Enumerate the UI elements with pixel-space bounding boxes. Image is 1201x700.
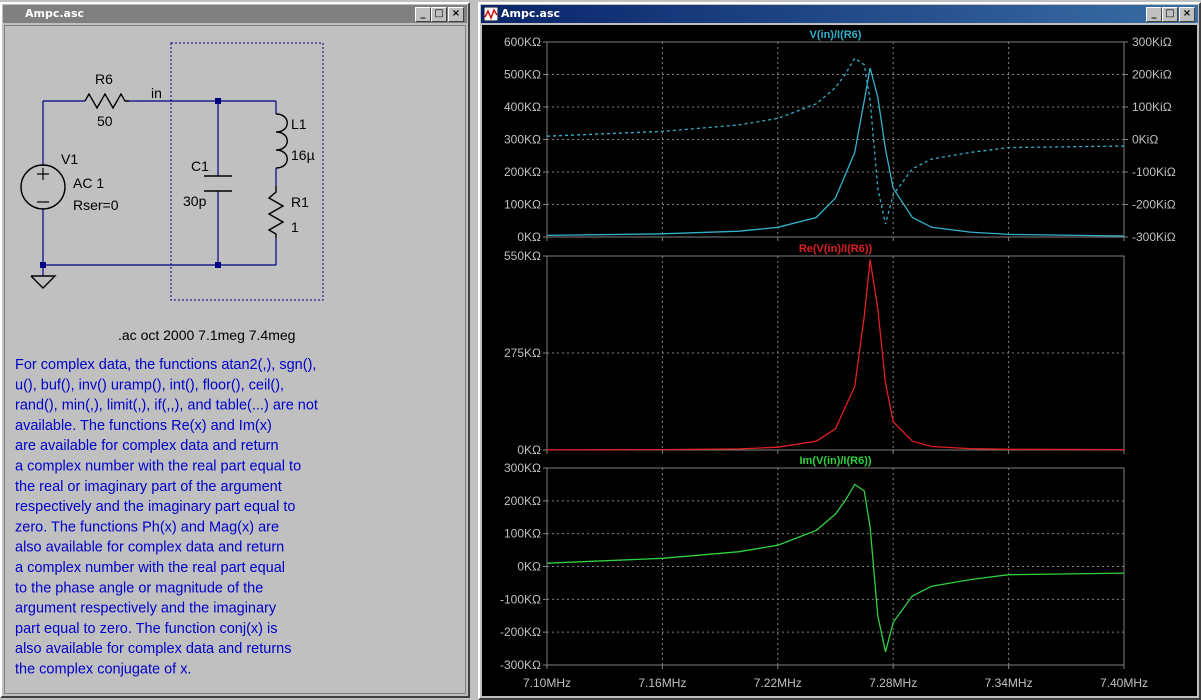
y-tick-label: 100KΩ (504, 527, 541, 541)
comment-line: are available for complex data and retur… (15, 438, 279, 454)
c1-capacitor-symbol[interactable] (204, 175, 232, 192)
minimize-button[interactable]: _ (1146, 7, 1162, 22)
waveform-plots[interactable]: 600KΩ 500KΩ 400KΩ 300KΩ 200KΩ 100KΩ 0KΩ 300KiΩ 2… (482, 25, 1197, 696)
close-button[interactable]: × (1179, 7, 1195, 22)
y-tick-label: 300KΩ (504, 133, 541, 147)
plot-pane[interactable]: 7.10MHz 7.16MHz 7.22MHz 7.28MHz 7.34MHz 7.40M… (500, 455, 1148, 690)
y-tick-label: 600KΩ (504, 35, 541, 49)
schematic-drawing: R6 50 in V1 AC 1 Rser=0 C1 30p L1 16µ R1… (15, 42, 324, 678)
y-tick-label: 0KΩ (517, 443, 541, 457)
comment-line: part equal to zero. The function conj(x)… (15, 621, 277, 637)
v1-value-label: AC 1 (73, 175, 104, 191)
y-tick-label: 200KΩ (504, 165, 541, 179)
comment-line: to the phase angle or magnitude of the (15, 580, 263, 596)
waveform-app-icon (484, 7, 498, 21)
comment-line: also available for complex data and retu… (15, 641, 291, 657)
c1-name-label: C1 (191, 158, 209, 174)
ground-symbol (30, 275, 57, 289)
x-tick-label: 7.22MHz (754, 676, 802, 690)
r6-name-label: R6 (95, 71, 113, 87)
close-button[interactable]: × (448, 7, 464, 22)
y-tick-label: 500KΩ (504, 68, 541, 82)
net-label-in: in (151, 85, 162, 101)
x-tick-label: 7.40MHz (1100, 676, 1148, 690)
y-tick-label: 400KΩ (504, 100, 541, 114)
comment-line: u(), buf(), inv() uramp(), int(), floor(… (15, 377, 284, 393)
junction-dot (215, 98, 221, 104)
y-tick-label: 275KΩ (504, 346, 541, 360)
y2-tick-label: -300KiΩ (1132, 230, 1176, 244)
v1-rser-label: Rser=0 (73, 197, 119, 213)
comment-line: a complex number with the real part equa… (15, 560, 285, 576)
comment-line: a complex number with the real part equa… (15, 459, 301, 475)
r1-value-label: 1 (291, 219, 299, 235)
x-tick-label: 7.34MHz (985, 676, 1033, 690)
trace-title[interactable]: Re(V(in)/I(R6)) (799, 243, 873, 255)
comment-line: also available for complex data and retu… (15, 540, 284, 556)
y-tick-label: -200KΩ (500, 625, 541, 639)
y2-tick-label: 100KiΩ (1132, 100, 1172, 114)
y-tick-label: 200KΩ (504, 494, 541, 508)
v1-name-label: V1 (61, 151, 78, 167)
r6-value-label: 50 (97, 113, 113, 129)
plot-pane[interactable]: 550KΩ 275KΩ 0KΩ Re(V(in)/I(R6)) (504, 243, 1125, 457)
y2-tick-label: 300KiΩ (1132, 35, 1172, 49)
plot-pane[interactable]: 600KΩ 500KΩ 400KΩ 300KΩ 200KΩ 100KΩ 0KΩ 300KiΩ 2… (504, 29, 1176, 244)
y2-tick-label: -200KiΩ (1132, 198, 1176, 212)
schematic-canvas[interactable]: R6 50 in V1 AC 1 Rser=0 C1 30p L1 16µ R1… (4, 25, 466, 694)
schematic-window[interactable]: Ampc.asc _ □ × R6 50 in V1 AC 1 Rser=0 C… (0, 2, 470, 698)
y2-tick-label: -100KiΩ (1132, 165, 1176, 179)
r1-resistor-symbol[interactable] (267, 186, 285, 238)
y-tick-label: 0KΩ (517, 230, 541, 244)
trace-title[interactable]: V(in)/I(R6) (810, 29, 862, 41)
y-tick-label: -100KΩ (500, 592, 541, 606)
c1-value-label: 30p (183, 193, 207, 209)
trace-phase[interactable] (546, 57, 1125, 225)
waveform-window-title: Ampc.asc (501, 7, 561, 20)
trace-imaginary[interactable] (546, 483, 1125, 653)
junction-dot (40, 262, 46, 268)
y-tick-label: 100KΩ (504, 198, 541, 212)
maximize-button[interactable]: □ (431, 7, 447, 22)
y2-tick-label: 200KiΩ (1132, 68, 1172, 82)
maximize-button[interactable]: □ (1162, 7, 1178, 22)
waveform-title-bar[interactable]: Ampc.asc _ □ × (481, 5, 1198, 23)
r1-name-label: R1 (291, 194, 309, 210)
y-tick-label: 0KΩ (517, 560, 541, 574)
y2-tick-label: 0KiΩ (1132, 133, 1158, 147)
x-tick-label: 7.10MHz (523, 676, 571, 690)
r6-resistor-symbol[interactable] (84, 92, 129, 110)
junction-dot (215, 262, 221, 268)
l1-value-label: 16µ (291, 147, 315, 163)
comment-line: the complex conjugate of x. (15, 662, 192, 678)
x-tick-label: 7.28MHz (869, 676, 917, 690)
x-tick-label: 7.16MHz (638, 676, 686, 690)
comment-line: argument respectively and the imaginary (15, 601, 277, 617)
trace-title[interactable]: Im(V(in)/I(R6)) (799, 455, 871, 467)
minimize-button[interactable]: _ (415, 7, 431, 22)
schematic-window-title: Ampc.asc (25, 7, 85, 20)
comment-block[interactable]: For complex data, the functions atan2(,)… (15, 357, 318, 678)
v1-source-symbol[interactable] (20, 164, 66, 210)
comment-line: the real or imaginary part of the argume… (15, 479, 282, 495)
waveform-window[interactable]: Ampc.asc _ □ × 600KΩ 500KΩ 400KΩ 300KΩ 200KΩ… (478, 2, 1201, 700)
spice-directive[interactable]: .ac oct 2000 7.1meg 7.4meg (118, 327, 295, 343)
comment-line: respectively and the imaginary part equa… (15, 499, 296, 515)
y-tick-label: -300KΩ (500, 658, 541, 672)
comment-line: rand(), min(,), limit(,), if(,,), and ta… (15, 398, 318, 414)
schematic-title-bar[interactable]: Ampc.asc _ □ × (3, 5, 467, 23)
comment-line: available. The functions Re(x) and Im(x) (15, 418, 272, 434)
y-tick-label: 300KΩ (504, 461, 541, 475)
l1-inductor-symbol[interactable] (275, 113, 288, 169)
y-tick-label: 550KΩ (504, 249, 541, 263)
comment-line: zero. The functions Ph(x) and Mag(x) are (15, 519, 279, 535)
waveform-viewer[interactable]: 600KΩ 500KΩ 400KΩ 300KΩ 200KΩ 100KΩ 0KΩ 300KiΩ 2… (482, 25, 1197, 696)
comment-line: For complex data, the functions atan2(,)… (15, 357, 316, 373)
l1-name-label: L1 (291, 116, 307, 132)
trace-magnitude[interactable] (546, 67, 1125, 237)
trace-real[interactable] (546, 259, 1125, 451)
